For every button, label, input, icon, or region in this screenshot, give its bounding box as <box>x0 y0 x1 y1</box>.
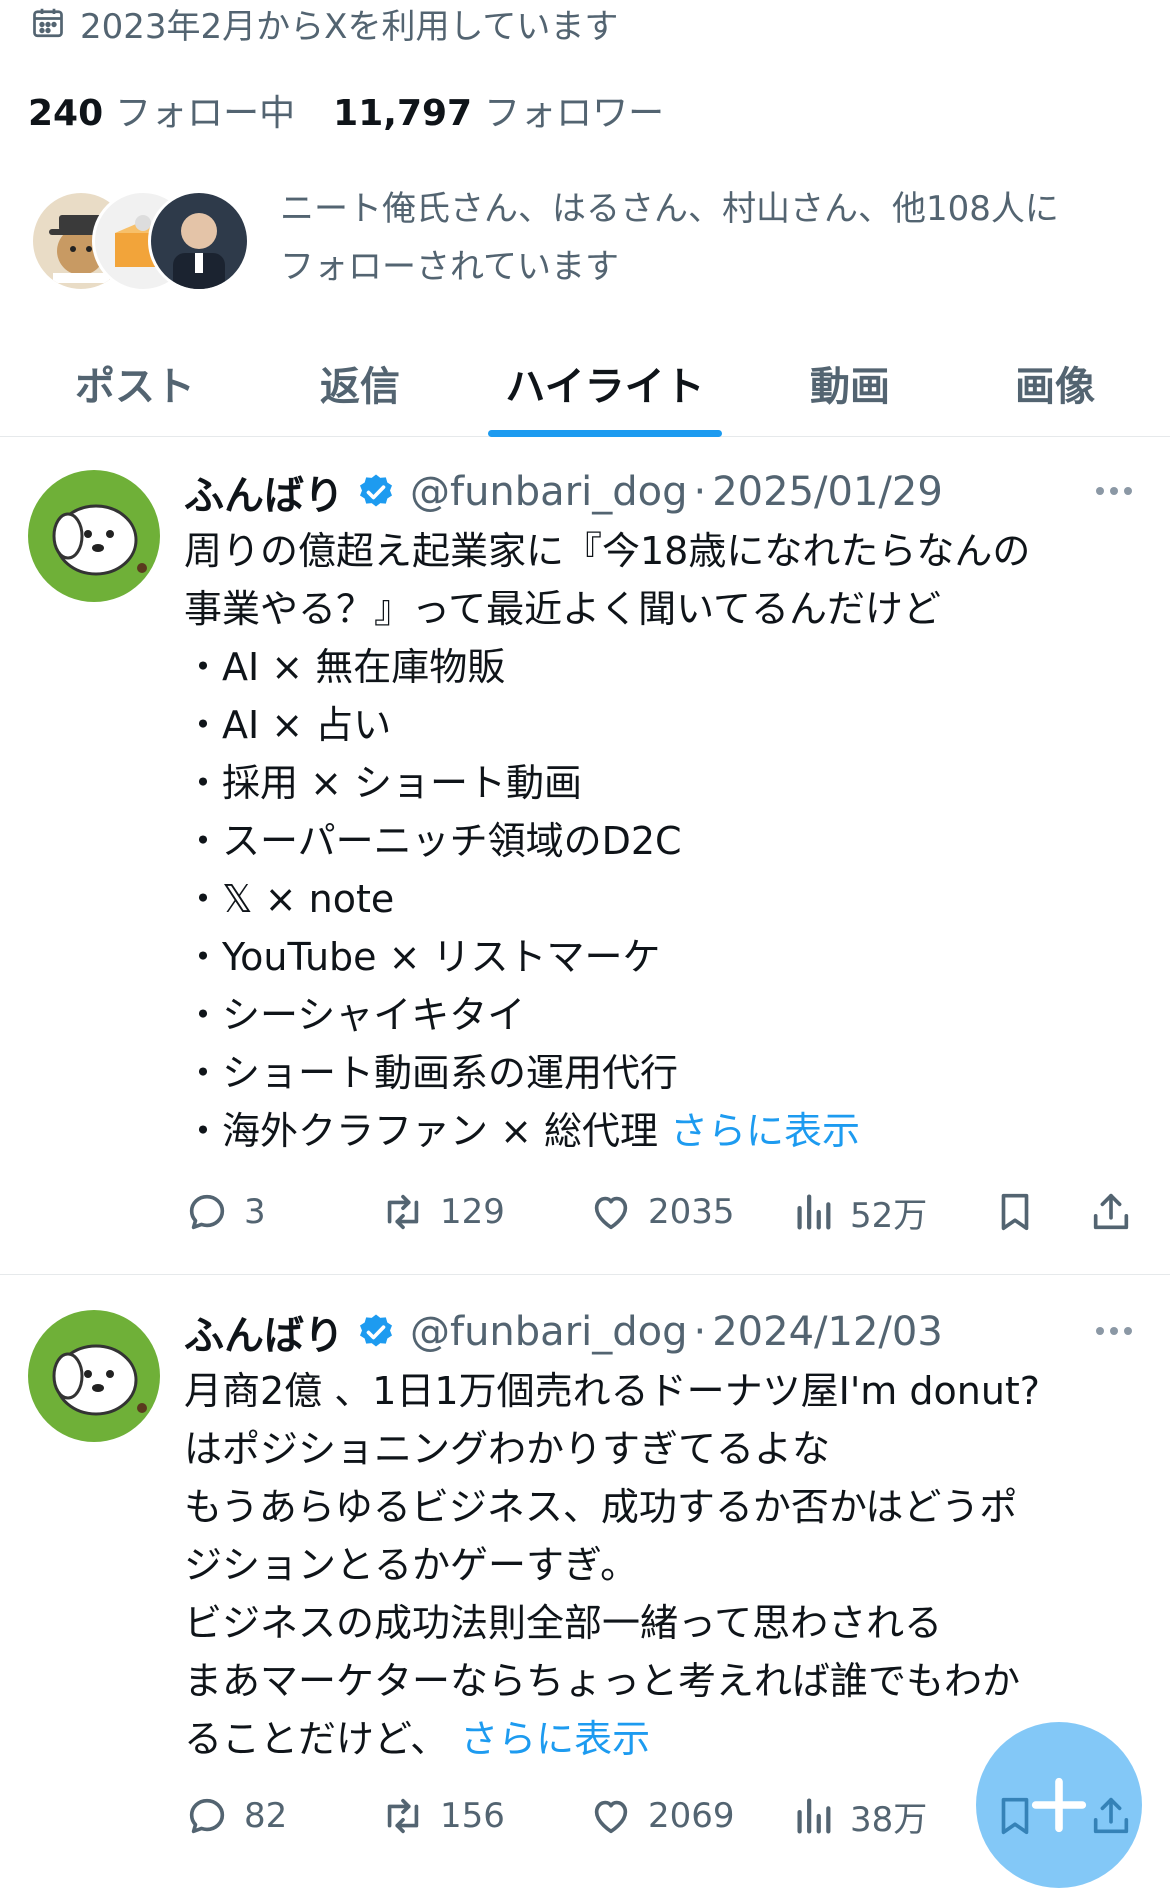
separator-dot: · <box>693 1309 707 1355</box>
like-count: 2035 <box>648 1192 735 1232</box>
plus-icon <box>1031 1777 1087 1833</box>
followers-count: 11,797 <box>333 93 473 134</box>
tweet-line: ビジネスの成功法則全部一緒って思わされる <box>184 1601 943 1645</box>
tweet[interactable]: ふんばり @funbari_dog · 2025/01/29 周りの億超え起業家… <box>0 436 1170 1274</box>
analytics-icon <box>797 1194 831 1230</box>
joined-date-text: 2023年2月からXを利用しています <box>80 6 619 47</box>
reply-icon <box>189 1194 225 1230</box>
tweet-avatar[interactable] <box>28 1310 160 1442</box>
tweet-line: ・スーパーニッチ領域のD2C <box>184 819 682 863</box>
following-link[interactable]: 240 フォロー中 <box>28 84 295 136</box>
like-button[interactable]: 2035 <box>588 1182 735 1242</box>
retweet-icon <box>387 1798 419 1834</box>
reply-button[interactable]: 3 <box>184 1182 266 1242</box>
tweet-date[interactable]: 2024/12/03 <box>712 1309 943 1355</box>
followed-by-text: ニート俺氏さん、はるさん、村山さん、他108人に フォローされています <box>280 180 1160 296</box>
retweet-button[interactable]: 129 <box>380 1182 505 1242</box>
like-button[interactable]: 2069 <box>588 1786 735 1846</box>
followed-by-line-2: フォローされています <box>280 247 619 287</box>
show-more-link[interactable]: さらに表示 <box>460 1717 650 1761</box>
view-count: 38万 <box>850 1799 928 1840</box>
share-icon <box>1093 1193 1129 1230</box>
retweet-icon <box>387 1194 419 1230</box>
verified-badge-icon <box>360 474 392 507</box>
joined-date-row: 2023年2月からXを利用しています <box>30 0 619 47</box>
tweet-line: ・採用 × ショート動画 <box>184 761 582 805</box>
profile-tabs: ポスト 返信 ハイライト 動画 画像 <box>0 330 1170 437</box>
tweet-avatar[interactable] <box>28 470 160 602</box>
author-name[interactable]: ふんばり <box>184 1303 344 1361</box>
tweet-line-last: ・海外クラファン × 総代理 さらに表示 <box>184 1102 1134 1160</box>
tweet-line: ・AI × 無在庫物販 <box>184 645 506 689</box>
bookmark-button[interactable] <box>992 1182 1038 1242</box>
follow-counts: 240 フォロー中 11,797 フォロワー <box>28 84 664 136</box>
separator-dot: · <box>693 469 707 515</box>
tweet-line: ・ショート動画系の運用代行 <box>184 1051 679 1095</box>
tweet-line: ・海外クラファン × 総代理 <box>184 1109 658 1153</box>
tweet-header: ふんばり @funbari_dog · 2024/12/03 <box>184 1304 943 1360</box>
view-count: 52万 <box>850 1195 928 1236</box>
verified-badge-icon <box>360 1314 392 1347</box>
author-handle[interactable]: @funbari_dog <box>410 469 688 515</box>
tab-posts[interactable]: ポスト <box>20 330 250 436</box>
followers-link[interactable]: 11,797 フォロワー <box>333 84 664 136</box>
tweet-line: 周りの億超え起業家に『今18歳になれたらなんの <box>184 529 1031 573</box>
tweet-header: ふんばり @funbari_dog · 2025/01/29 <box>184 464 943 520</box>
followed-by-line-1: ニート俺氏さん、はるさん、村山さん、他108人に <box>280 189 1059 229</box>
tweet-line: ることだけど、 <box>184 1717 449 1761</box>
heart-icon <box>594 1196 628 1230</box>
reply-count: 82 <box>244 1796 288 1836</box>
tweet-line: ・𝕏 × note <box>184 877 395 921</box>
tweet-line: 事業やる？』って最近よく聞いてるんだけど <box>184 587 941 631</box>
followers-label: フォロワー <box>484 93 665 134</box>
calendar-icon <box>33 8 63 38</box>
retweet-count: 129 <box>440 1192 505 1232</box>
like-count: 2069 <box>648 1796 735 1836</box>
followed-by-row[interactable]: ニート俺氏さん、はるさん、村山さん、他108人に フォローされています <box>30 180 1150 300</box>
views-button[interactable]: 52万 <box>790 1182 927 1242</box>
tweet-line: もうあらゆるビジネス、成功するか否かはどうポ <box>184 1485 1018 1529</box>
tweet-line: ジションとるかゲーすぎ。 <box>184 1543 639 1587</box>
tweet-line: はポジショニングわかりすぎてるよな <box>184 1427 831 1471</box>
following-count: 240 <box>28 93 104 134</box>
followed-by-avatars <box>30 190 250 292</box>
tweet-actions: 3 129 2035 52万 <box>184 1182 1144 1242</box>
share-button[interactable] <box>1088 1182 1134 1242</box>
compose-post-button[interactable] <box>976 1722 1142 1888</box>
tweet-divider <box>0 1274 1170 1275</box>
reply-icon <box>189 1798 225 1834</box>
more-options-icon[interactable] <box>1092 1316 1136 1346</box>
tab-images[interactable]: 画像 <box>960 330 1150 436</box>
retweet-button[interactable]: 156 <box>380 1786 505 1846</box>
tweet-text: 月商2億 、1日1万個売れるドーナツ屋I'm donut? はポジショニングわか… <box>184 1362 1134 1768</box>
follower-avatar-3 <box>148 190 250 292</box>
tab-videos[interactable]: 動画 <box>740 330 960 436</box>
reply-button[interactable]: 82 <box>184 1786 287 1846</box>
show-more-link[interactable]: さらに表示 <box>670 1109 860 1153</box>
tab-highlights[interactable]: ハイライト <box>470 330 740 436</box>
author-name[interactable]: ふんばり <box>184 463 344 521</box>
tweet-line: ・シーシャイキタイ <box>184 993 526 1037</box>
tweet-line: まあマーケターならちょっと考えれば誰でもわか <box>184 1659 1021 1703</box>
author-handle[interactable]: @funbari_dog <box>410 1309 688 1355</box>
analytics-icon <box>797 1798 831 1834</box>
tweet-line: 月商2億 、1日1万個売れるドーナツ屋I'm donut? <box>184 1369 1040 1413</box>
tab-replies[interactable]: 返信 <box>250 330 470 436</box>
tweet-line: ・AI × 占い <box>184 703 392 747</box>
views-button[interactable]: 38万 <box>790 1786 927 1846</box>
tweet-text: 周りの億超え起業家に『今18歳になれたらなんの 事業やる？』って最近よく聞いてる… <box>184 522 1134 1160</box>
reply-count: 3 <box>244 1192 266 1232</box>
retweet-count: 156 <box>440 1796 505 1836</box>
heart-icon <box>594 1800 628 1834</box>
bookmark-icon <box>1001 1193 1029 1231</box>
tweet-date[interactable]: 2025/01/29 <box>712 469 943 515</box>
following-label: フォロー中 <box>115 93 296 134</box>
more-options-icon[interactable] <box>1092 476 1136 506</box>
tweet-line: ・YouTube × リストマーケ <box>184 935 661 979</box>
